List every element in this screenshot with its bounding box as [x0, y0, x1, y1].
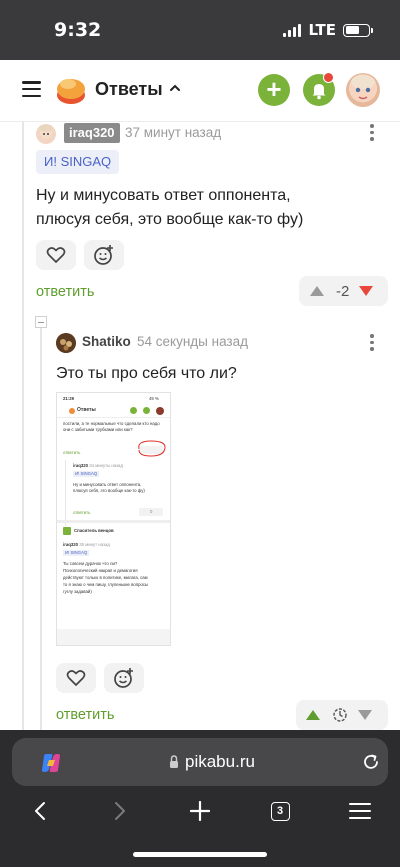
plus-icon — [190, 801, 210, 821]
shot-title: Ответы — [77, 407, 96, 413]
url-text[interactable]: pikabu.ru — [185, 752, 255, 772]
menu-icon — [349, 803, 371, 819]
lock-icon — [170, 755, 178, 768]
page-title[interactable]: Ответы — [95, 79, 163, 100]
more-options-icon[interactable] — [370, 334, 374, 351]
more-options-icon[interactable] — [370, 124, 374, 141]
shot-text: Ты совсем дурачок что ли? — [63, 561, 118, 566]
like-button[interactable] — [56, 663, 96, 693]
reload-icon[interactable] — [361, 752, 381, 772]
downvote-icon[interactable] — [357, 709, 373, 721]
vote-box: -2 — [299, 276, 388, 306]
app-header: Ответы + — [0, 60, 400, 122]
collapse-thread-button[interactable] — [35, 316, 47, 328]
shot-section-icon — [63, 527, 71, 535]
copilot-icon[interactable] — [40, 752, 62, 774]
comment-text: Это ты про себя что ли? — [56, 365, 237, 382]
page-content: Ответы + iraq320 37 минут назад И! SINGA… — [0, 60, 400, 730]
browser-toolbar: pikabu.ru 3 — [0, 730, 400, 867]
menu-icon[interactable] — [22, 81, 41, 97]
comment-tag[interactable]: И! SINGAQ — [36, 150, 120, 174]
emoji-add-icon — [114, 668, 133, 688]
comment-text-line: плюсуя себя, это вообще как-то фу) — [36, 211, 304, 228]
comment-time: 37 минут назад — [125, 125, 222, 140]
shot-text: действуют только в политике, милага, сам — [63, 575, 148, 580]
tab-count: 3 — [270, 801, 290, 821]
thread-line — [22, 122, 24, 730]
shot-text: Психологический накрап и демагогия — [63, 568, 138, 573]
comment-text: Ну и минусовать ответ оппонента, плюсуя … — [36, 184, 303, 232]
reply-link[interactable]: ответить — [36, 284, 94, 300]
address-bar[interactable]: pikabu.ru — [12, 738, 388, 786]
downvote-icon[interactable] — [358, 285, 374, 297]
shot-add-icon — [130, 407, 137, 414]
network-type: LTE — [308, 21, 336, 39]
add-post-button[interactable]: + — [258, 74, 290, 106]
shot-text: постили, а те нормальные что сделали кто… — [63, 421, 160, 426]
tabs-button[interactable]: 3 — [265, 796, 295, 826]
red-circle-annotation — [138, 440, 166, 457]
browser-menu-button[interactable] — [345, 796, 375, 826]
shot-user: iraq320 35 минут назад — [63, 542, 110, 547]
shot-rating: 0 — [150, 509, 153, 514]
emoji-add-icon — [94, 245, 113, 265]
emoji-button[interactable] — [84, 240, 124, 270]
shot-divider — [57, 520, 170, 523]
comment-avatar[interactable] — [56, 333, 76, 353]
timer-icon — [333, 708, 347, 722]
shot-text: плюсуя себя, это вообще как-то фу) — [73, 488, 145, 493]
back-button[interactable] — [25, 796, 55, 826]
chevron-right-icon — [115, 802, 125, 820]
emoji-button[interactable] — [104, 663, 144, 693]
like-button[interactable] — [36, 240, 76, 270]
upvote-icon[interactable] — [305, 709, 321, 721]
user-avatar[interactable] — [346, 73, 380, 107]
shot-reply: ответить — [63, 450, 81, 455]
comment-username[interactable]: Shatiko — [82, 334, 131, 349]
vote-box — [296, 700, 388, 730]
home-indicator — [133, 852, 267, 857]
shot-reply: ответить — [73, 510, 91, 515]
shot-time: 21:29 — [63, 396, 74, 401]
shot-bell-icon — [143, 407, 150, 414]
shot-text: они с забитыми трубками или как? — [63, 427, 133, 432]
signal-icon — [283, 23, 302, 37]
reply-link[interactable]: ответить — [56, 707, 114, 723]
shot-tag: И! SINGAQ — [73, 471, 100, 477]
shot-text: гуглу задавай) — [63, 589, 92, 594]
chevron-left-icon — [35, 802, 45, 820]
new-tab-button[interactable] — [185, 796, 215, 826]
shot-logo — [69, 408, 75, 414]
comment-username[interactable]: iraq320 — [64, 123, 120, 143]
chevron-up-icon[interactable] — [169, 82, 181, 94]
heart-icon — [46, 247, 66, 263]
shot-section: Спаситель венцов — [74, 528, 114, 533]
status-bar: 9:32 LTE — [0, 0, 400, 60]
shot-text: то я знаю о чем пишу, глупенькие вопросы — [63, 582, 149, 587]
thread-line-nested — [40, 328, 42, 730]
forward-button[interactable] — [105, 796, 135, 826]
comment-time: 54 секунды назад — [137, 334, 249, 349]
shot-tag: И! SINGAQ — [63, 550, 90, 556]
comment-text-line: Ну и минусовать ответ оппонента, — [36, 187, 291, 204]
upvote-icon[interactable] — [309, 285, 325, 297]
shot-text: Ну и минусовать ответ оппонента, — [73, 482, 142, 487]
vote-count: -2 — [336, 282, 350, 300]
battery-icon — [343, 23, 373, 37]
browser-nav: 3 — [0, 792, 400, 832]
shot-battery: 49 % — [149, 396, 159, 401]
shot-nav-bar — [57, 629, 170, 645]
attached-screenshot[interactable]: 21:29 49 % Ответы постили, а те нормальн… — [56, 392, 171, 646]
status-time: 9:32 — [54, 19, 102, 41]
shot-avatar — [156, 407, 164, 415]
heart-icon — [66, 670, 86, 686]
notification-dot — [323, 72, 334, 83]
pikabu-logo[interactable] — [55, 74, 87, 106]
shot-header: Ответы — [57, 404, 170, 418]
comment-avatar[interactable] — [36, 124, 56, 144]
shot-user: iraq320 34 минуты назад — [73, 463, 123, 468]
